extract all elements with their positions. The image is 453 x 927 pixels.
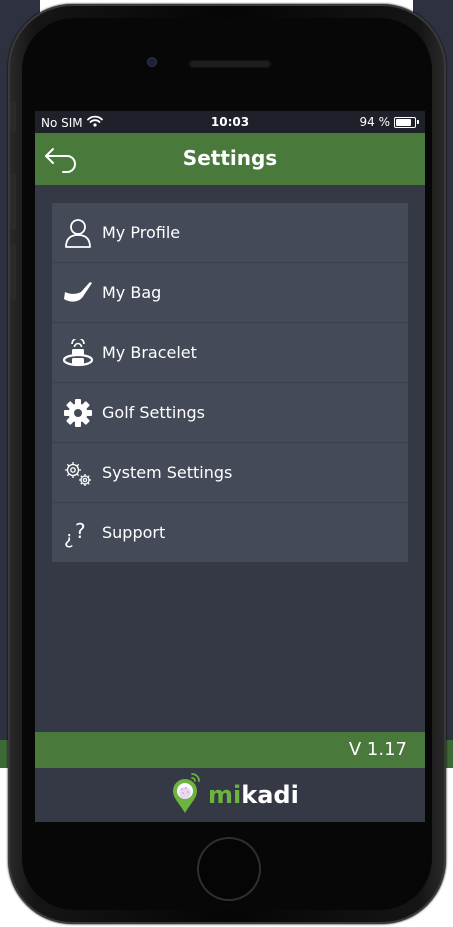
bracelet-icon <box>62 337 94 369</box>
svg-text:¿: ¿ <box>64 528 74 548</box>
question-icon: ¿ ? <box>62 517 94 549</box>
brand-name: mikadi <box>208 781 299 809</box>
gears-icon <box>62 457 94 489</box>
location-pin-golf-ball-icon <box>172 771 202 819</box>
menu-item-label: My Bag <box>102 283 162 302</box>
brand-mi: mi <box>208 781 242 809</box>
front-camera <box>147 57 157 67</box>
settings-menu: My Profile My Bag My Bracelet Golf Setti… <box>52 203 408 562</box>
brand-footer: mikadi <box>35 768 425 822</box>
menu-item-my-profile[interactable]: My Profile <box>52 203 408 263</box>
app-screen: No SIM 10:03 94 % Settings My Profile My… <box>35 111 425 822</box>
menu-item-system-settings[interactable]: System Settings <box>52 443 408 503</box>
gear-icon <box>62 397 94 429</box>
brand-kadi: kadi <box>241 781 299 809</box>
earpiece-speaker <box>189 60 271 68</box>
menu-item-label: System Settings <box>102 463 233 482</box>
status-right: 94 % <box>359 115 419 129</box>
svg-text:?: ? <box>75 519 86 543</box>
menu-item-label: My Profile <box>102 223 181 242</box>
menu-item-label: Support <box>102 523 166 542</box>
version-label: V 1.17 <box>348 739 407 760</box>
page-title: Settings <box>182 146 278 170</box>
menu-item-support[interactable]: ¿ ? Support <box>52 503 408 562</box>
menu-item-my-bracelet[interactable]: My Bracelet <box>52 323 408 383</box>
home-button[interactable] <box>199 839 259 899</box>
menu-item-golf-settings[interactable]: Golf Settings <box>52 383 408 443</box>
brand-logo: mikadi <box>172 772 299 818</box>
battery-percent: 94 % <box>359 115 391 129</box>
version-bar: V 1.17 <box>35 732 425 768</box>
profile-icon <box>62 217 94 249</box>
status-bar: No SIM 10:03 94 % <box>35 111 425 133</box>
battery-icon <box>394 116 416 128</box>
title-bar: Settings <box>35 133 425 185</box>
battery-fill <box>396 118 411 126</box>
golf-club-icon <box>62 277 94 309</box>
menu-item-label: My Bracelet <box>102 343 197 362</box>
volume-up-button <box>10 174 16 230</box>
battery-tip <box>417 120 419 124</box>
mute-switch <box>10 102 16 132</box>
volume-down-button <box>10 244 16 300</box>
menu-item-label: Golf Settings <box>102 403 205 422</box>
menu-item-my-bag[interactable]: My Bag <box>52 263 408 323</box>
